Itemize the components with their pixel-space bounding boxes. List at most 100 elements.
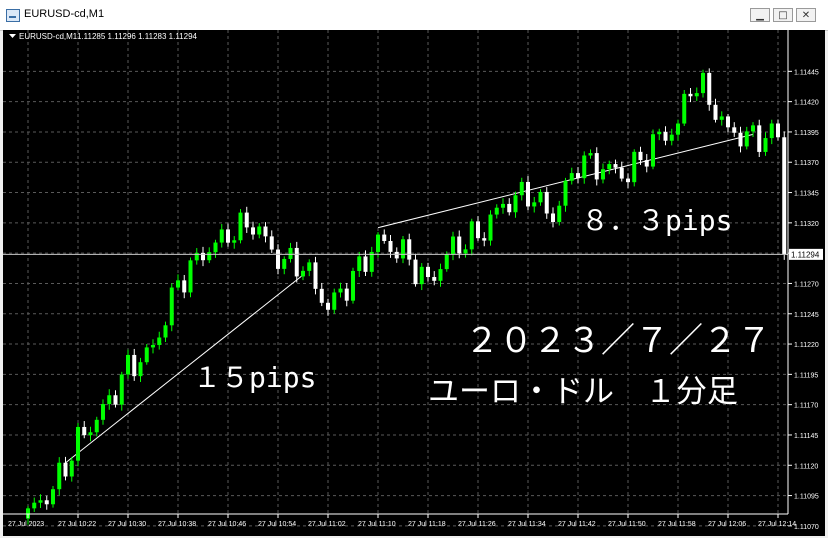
- close-button[interactable]: ✕: [796, 8, 816, 22]
- candle-bull: [751, 125, 755, 132]
- candle-bull: [207, 252, 212, 261]
- candlestick-chart[interactable]: 1.11445 1.11420 1.11395 1.11370 1.11345 1.113…: [3, 30, 825, 536]
- candle-bull: [176, 280, 180, 288]
- candle-bull: [569, 173, 574, 181]
- chart-area[interactable]: 1.11445 1.11420 1.11395 1.11370 1.11345 1.113…: [3, 30, 825, 536]
- candle-bear: [757, 125, 762, 152]
- candle-bull: [563, 180, 568, 206]
- candle-bear: [132, 354, 137, 377]
- annotation-8-3pips: ８．３pips: [581, 204, 732, 237]
- maximize-button[interactable]: □: [773, 8, 793, 22]
- time-tick-label: 27 Jul 10:30: [108, 521, 146, 528]
- candle-bull: [376, 234, 380, 252]
- candle-bull: [257, 226, 262, 235]
- candle-bear: [269, 236, 274, 250]
- candle-bear: [82, 426, 87, 436]
- candle-bear: [426, 266, 430, 278]
- time-tick-label: 27 Jul 2023: [8, 521, 44, 528]
- candle-bull: [694, 93, 699, 97]
- candle-bull: [669, 134, 674, 141]
- price-tick-label: 1.11095: [794, 494, 819, 501]
- current-price-text: 1.11294: [791, 250, 820, 259]
- candle-bull: [32, 502, 37, 509]
- candle-bear: [663, 131, 668, 141]
- candle-bear: [344, 288, 349, 301]
- time-tick-label: 27 Jul 11:18: [408, 521, 446, 528]
- chart-menu-triangle-icon[interactable]: [9, 34, 16, 38]
- candle-bear: [326, 302, 330, 310]
- candle-bear: [619, 167, 624, 179]
- minimize-button[interactable]: ▁: [750, 8, 770, 22]
- candle-bear: [782, 137, 787, 255]
- candle-bull: [419, 266, 424, 285]
- candle-bear: [707, 72, 712, 105]
- candle-bull: [332, 292, 337, 310]
- candle-bear: [226, 229, 230, 243]
- current-price-label: 1.11294: [789, 248, 823, 260]
- candle-bear: [613, 164, 618, 168]
- window-titlebar[interactable]: EURUSD-cd,M1 ▁ □ ✕: [0, 0, 828, 31]
- candle-bear: [726, 116, 730, 128]
- candle-bull: [151, 344, 155, 348]
- time-tick-label: 27 Jul 11:02: [308, 521, 346, 528]
- candle-bull: [157, 337, 162, 345]
- candle-bull: [538, 191, 543, 203]
- time-tick-label: 27 Jul 11:34: [508, 521, 546, 528]
- candle-bull: [744, 131, 749, 147]
- candle-bear: [738, 132, 743, 147]
- candle-bear: [482, 238, 487, 241]
- candle-bull: [763, 138, 768, 152]
- time-tick-label: 27 Jul 11:42: [558, 521, 596, 528]
- price-tick-label: 1.11245: [794, 312, 819, 319]
- candle-bear: [251, 227, 255, 235]
- price-tick-label: 1.11445: [794, 69, 819, 76]
- price-tick-label: 1.11345: [794, 191, 819, 198]
- candle-bull: [188, 260, 193, 293]
- candle-bear: [432, 277, 437, 281]
- candle-bear: [382, 234, 387, 241]
- candle-bear: [263, 226, 268, 237]
- candle-bull: [676, 123, 680, 135]
- candle-bear: [776, 123, 780, 138]
- candle-bear: [476, 221, 480, 239]
- annotation-15pips: １５pips: [193, 361, 316, 394]
- time-tick-label: 27 Jul 11:50: [608, 521, 646, 528]
- candle-bull: [682, 93, 687, 124]
- candle-bear: [713, 104, 718, 120]
- candle-bear: [113, 395, 118, 405]
- candle-bull: [107, 395, 112, 405]
- candle-bull: [488, 214, 493, 241]
- candle-bull: [213, 242, 218, 253]
- candle-bull: [357, 256, 362, 271]
- time-tick-label: 27 Jul 10:54: [258, 521, 296, 528]
- candle-bull: [138, 362, 143, 377]
- candle-bull: [69, 460, 74, 477]
- candle-bull: [513, 195, 518, 213]
- candle-bull: [438, 269, 443, 281]
- candle-bull: [301, 270, 305, 277]
- time-tick-label: 27 Jul 11:26: [458, 521, 496, 528]
- candle-bull: [444, 254, 449, 270]
- window-title: EURUSD-cd,M1: [24, 8, 105, 20]
- candle-bull: [94, 419, 99, 433]
- candle-bull: [463, 249, 468, 254]
- candle-bull: [219, 229, 224, 243]
- candle-bull: [51, 489, 55, 505]
- candle-bull: [169, 287, 174, 326]
- candle-bull: [288, 247, 293, 259]
- candle-bull: [119, 374, 124, 405]
- candle-bull: [501, 203, 505, 208]
- time-axis: 27 Jul 2023 27 Jul 10:22 27 Jul 10:30 27 Ju…: [8, 514, 796, 528]
- candle-bull: [607, 164, 612, 170]
- candle-bear: [363, 256, 368, 272]
- candle-bull: [701, 72, 705, 94]
- candle-bear: [457, 236, 462, 254]
- price-tick-label: 1.11370: [794, 160, 819, 167]
- price-tick-label: 1.11220: [794, 342, 819, 349]
- price-tick-label: 1.11070: [794, 524, 819, 531]
- annotation-date: ２０２３／７／２７: [465, 321, 771, 361]
- candle-bull: [519, 181, 524, 196]
- candle-bull: [632, 151, 637, 183]
- candle-bull: [369, 251, 374, 272]
- price-tick-label: 1.11270: [794, 281, 819, 288]
